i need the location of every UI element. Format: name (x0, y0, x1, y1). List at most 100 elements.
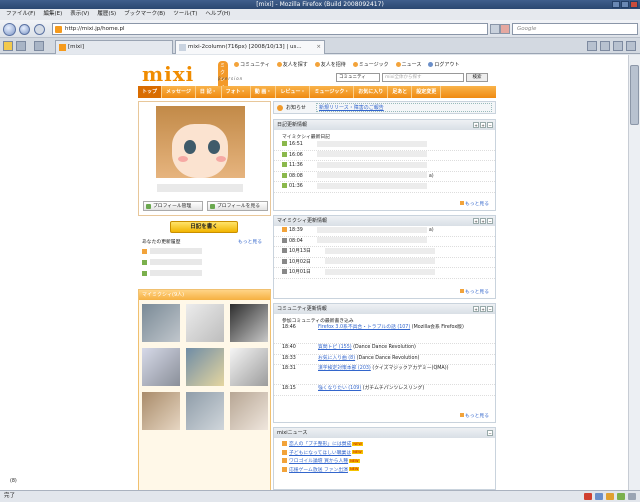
minimize-icon[interactable]: − (487, 122, 493, 128)
table-row[interactable]: 16:51 (274, 140, 495, 151)
expand-icon[interactable]: + (473, 306, 479, 312)
table-row[interactable]: 11:36 (274, 161, 495, 172)
friend-thumbnail[interactable] (186, 348, 224, 386)
collapse-icon[interactable]: + (480, 306, 486, 312)
forward-icon[interactable] (19, 24, 30, 35)
friend-thumbnail[interactable] (230, 348, 268, 386)
table-row[interactable]: 18:33 お気に入り曲 (8) (Dance Dance Revolution) (274, 355, 495, 365)
security-icon[interactable] (595, 493, 603, 500)
friends-title[interactable]: マイミクシィ(9人) (139, 290, 270, 300)
addon-status-icon[interactable] (584, 493, 592, 500)
nav-top[interactable]: トップ (138, 86, 163, 98)
minimize-icon[interactable]: − (487, 306, 493, 312)
addon-icon[interactable] (626, 41, 636, 51)
nav-video[interactable]: 動 画・ (251, 86, 277, 98)
expand-icon[interactable]: + (473, 218, 479, 224)
list-item[interactable]: 応援ゲーム放送 ファン出演 NEW (274, 466, 495, 476)
tab-mixi[interactable]: [mixi] (55, 40, 173, 54)
mixi-logo[interactable]: mixi ミクシィ βversion (142, 61, 242, 91)
profile-view-button[interactable]: プロフィールを見る (207, 201, 268, 211)
community-more-link[interactable]: もっと見る (460, 412, 489, 419)
tab-list-icon[interactable] (34, 41, 44, 51)
menu-history[interactable]: 履歴(S) (97, 9, 116, 20)
nav-music[interactable]: ミュージック・ (310, 86, 355, 98)
minimize-icon[interactable]: − (487, 430, 493, 436)
home-icon[interactable] (587, 41, 597, 51)
collapse-icon[interactable]: + (480, 218, 486, 224)
link-news[interactable]: ニュース (395, 61, 421, 68)
friend-thumbnail[interactable] (230, 304, 268, 342)
table-row[interactable]: 16:06 (274, 151, 495, 161)
feed-icon[interactable] (606, 493, 614, 500)
friend-thumbnail[interactable] (230, 392, 268, 430)
vertical-scrollbar[interactable] (628, 55, 640, 490)
list-item[interactable]: ワロゴイル論壇 買から人種 NEW (274, 458, 495, 467)
table-row[interactable]: 18:15 強くなりたい (109) (ガチムチパンツレスリング) (274, 385, 495, 396)
table-row[interactable]: 18:39 a) (274, 226, 495, 237)
table-row[interactable]: 10月02日 (274, 258, 495, 268)
news-link[interactable]: 子どもになってほしい職業は (289, 451, 351, 456)
write-diary-button[interactable]: 日記を書く (170, 221, 238, 233)
bookmarks-menu-icon[interactable] (16, 41, 26, 51)
link-logout[interactable]: ログアウト (428, 61, 459, 68)
expand-icon[interactable]: + (473, 122, 479, 128)
more-link[interactable]: もっと見る (238, 238, 262, 245)
nav-photo[interactable]: フォト・ (222, 86, 251, 98)
friend-thumbnail[interactable] (142, 392, 180, 430)
nav-message[interactable]: メッセージ (162, 86, 196, 98)
table-row[interactable]: 18:40 質問トピ (155) (Dance Dance Revolution) (274, 344, 495, 355)
profile-manage-button[interactable]: プロフィール管理 (143, 201, 203, 211)
reload-icon[interactable] (490, 24, 500, 34)
news-link[interactable]: 応援ゲーム放送 ファン出演 (289, 468, 348, 473)
table-row[interactable]: 08:04 (274, 237, 495, 247)
mymixi-more-link[interactable]: もっと見る (460, 288, 489, 295)
menu-bookmarks[interactable]: ブックマーク(B) (124, 9, 165, 20)
bookmark-star-icon[interactable] (3, 41, 13, 51)
back-icon[interactable] (3, 23, 16, 36)
menu-tools[interactable]: ツール(T) (173, 9, 197, 20)
table-row[interactable]: 18:31 漢字検定対策本部 (203) (クイズマジックアカデミー(QMA)) (274, 365, 495, 385)
mixi-search-button[interactable]: 検索 (466, 73, 488, 82)
list-item[interactable] (142, 270, 268, 278)
maximize-button[interactable] (621, 1, 629, 8)
nav-review[interactable]: レビュー・ (276, 86, 311, 98)
menu-edit[interactable]: 編集(E) (43, 9, 62, 20)
search-input[interactable]: Google (512, 23, 638, 35)
tab-close-icon[interactable]: × (316, 41, 321, 54)
link-music[interactable]: ミュージック (352, 61, 389, 68)
nav-diary[interactable]: 日 記・ (196, 86, 222, 98)
stop-icon[interactable] (500, 24, 510, 34)
list-item[interactable]: 恋人の「ブチ整形」には賛成 NEW (274, 441, 495, 450)
nav-settings[interactable]: 設定変更 (412, 86, 442, 98)
close-button[interactable] (630, 1, 638, 8)
table-row[interactable]: 01:36 (274, 182, 495, 193)
list-item[interactable] (142, 259, 268, 267)
topic-link[interactable]: お気に入り曲 (8) (318, 356, 355, 361)
mixi-search-input[interactable]: mixi全体から探す (382, 73, 464, 82)
dropdown-history-icon[interactable] (34, 24, 45, 35)
link-find-friends[interactable]: 友人を探す (276, 61, 308, 68)
nav-favorites[interactable]: お気に入り (354, 86, 389, 98)
friend-thumbnail[interactable] (186, 392, 224, 430)
link-invite[interactable]: 友人を招待 (314, 61, 346, 68)
friend-thumbnail[interactable] (142, 348, 180, 386)
scrollbar-thumb[interactable] (630, 65, 639, 125)
download-icon[interactable] (628, 493, 636, 500)
tools-icon[interactable] (613, 41, 623, 51)
topic-link[interactable]: Firefox 3.0系不具合・トラブルの話 (107) (318, 325, 410, 330)
menu-help[interactable]: ヘルプ(H) (205, 9, 230, 20)
table-row[interactable]: 10月13日 (274, 247, 495, 258)
table-row[interactable]: 08:08 a) (274, 172, 495, 182)
table-row[interactable]: 10月01日 (274, 268, 495, 279)
topic-link[interactable]: 漢字検定対策本部 (203) (318, 366, 371, 371)
news-link[interactable]: ワロゴイル論壇 買から人種 (289, 459, 348, 464)
menu-view[interactable]: 表示(V) (70, 9, 89, 20)
minimize-button[interactable] (612, 1, 620, 8)
url-bar[interactable]: http://mixi.jp/home.pl (52, 23, 488, 35)
table-row[interactable]: 18:46 Firefox 3.0系不具合・トラブルの話 (107) (Mozil… (274, 324, 495, 344)
list-item[interactable]: 子どもになってほしい職業は NEW (274, 449, 495, 459)
topic-link[interactable]: 強くなりたい (109) (318, 386, 361, 391)
menu-file[interactable]: ファイル(F) (6, 9, 35, 20)
list-item[interactable] (142, 248, 268, 256)
search-scope-select[interactable]: コミュニティ (336, 73, 380, 82)
